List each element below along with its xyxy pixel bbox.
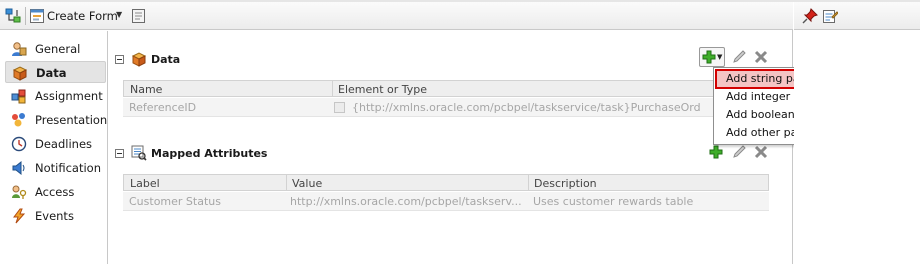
sidebar: General Data Assignment Presentation Dea… [0,31,108,264]
sidebar-item-label: Data [36,66,67,80]
create-form-button[interactable]: Create Form [47,9,118,23]
sidebar-item-label: Presentation [35,113,108,127]
cell-type: {http://xmlns.oracle.com/pcbpel/taskserv… [352,101,701,114]
sidebar-item-label: Deadlines [35,137,93,151]
access-icon [12,185,27,199]
sidebar-item-presentation[interactable]: Presentation [5,109,108,131]
table-row[interactable]: ReferenceID {http://xmlns.oracle.com/pcb… [123,98,769,117]
presentation-icon [12,113,25,127]
checkbox[interactable] [334,102,345,113]
mapped-grid-header: Label Value Description [123,174,769,191]
chevron-down-icon[interactable]: ▼ [116,10,122,19]
collapse-mapped-toggle[interactable] [115,149,124,158]
collapse-data-toggle[interactable] [115,55,124,64]
sidebar-item-label: Access [35,185,75,199]
events-icon [13,208,26,224]
properties-panel [794,2,920,264]
general-icon [12,42,27,56]
sidebar-item-data[interactable]: Data [5,61,106,83]
mapped-section-header: Mapped Attributes [115,145,775,165]
deadlines-icon [11,136,27,152]
plus-icon [702,50,716,64]
pencil-icon[interactable] [731,144,747,160]
assignment-icon [11,89,26,104]
delete-icon[interactable] [753,49,769,65]
data-icon [12,66,28,81]
plus-icon[interactable] [709,144,723,160]
pin-icon[interactable] [802,8,818,24]
toolbar-separator [25,7,26,25]
column-header-value: Value [292,177,323,190]
sidebar-item-label: Assignment [35,89,103,103]
column-header-label: Label [130,177,160,190]
column-header-type: Element or Type [338,83,428,96]
add-payload-button[interactable]: ▼ [699,47,725,67]
editor-pane: Create Form ▼ General Data Assignment Pr… [0,2,793,264]
data-section-header: Data [115,51,775,71]
form-icon[interactable] [29,8,45,24]
hierarchy-icon[interactable] [5,8,21,24]
column-header-name: Name [130,83,163,96]
table-row[interactable]: Customer Status http://xmlns.oracle.com/… [123,192,769,211]
cell-value: http://xmlns.oracle.com/pcbpel/taskserv.… [290,195,522,208]
sidebar-item-label: Events [35,209,74,223]
cell-name: ReferenceID [129,101,197,114]
data-grid: Name Element or Type ReferenceID {http:/… [123,80,769,120]
cell-label: Customer Status [129,195,221,208]
cell-description: Uses customer rewards table [533,195,694,208]
task-editor-content: Data ▼ Name Element or Type ReferenceID … [109,31,792,264]
column-divider [332,81,333,96]
mapped-section-title: Mapped Attributes [151,147,268,160]
sidebar-item-general[interactable]: General [5,38,106,60]
edit-properties-icon[interactable] [822,8,838,24]
notification-icon [12,160,25,176]
mapped-attributes-icon [131,145,147,161]
data-section-title: Data [151,53,181,66]
delete-icon[interactable] [753,144,769,160]
sidebar-item-assignment[interactable]: Assignment [5,85,106,107]
data-icon [131,52,147,67]
sidebar-item-deadlines[interactable]: Deadlines [5,133,106,155]
column-divider [528,175,529,190]
properties-toolbar [794,2,920,30]
sidebar-item-label: Notification [35,161,101,175]
sidebar-item-events[interactable]: Events [5,205,106,227]
preview-icon[interactable] [131,8,147,24]
chevron-down-icon: ▼ [717,53,723,61]
sidebar-item-notification[interactable]: Notification [5,157,106,179]
editor-toolbar: Create Form ▼ [0,2,793,30]
data-grid-header: Name Element or Type [123,80,769,97]
column-header-description: Description [534,177,597,190]
sidebar-item-access[interactable]: Access [5,181,106,203]
column-divider [286,175,287,190]
mapped-grid: Label Value Description Customer Status … [123,174,769,214]
sidebar-item-label: General [35,42,81,56]
pencil-icon[interactable] [731,49,747,65]
